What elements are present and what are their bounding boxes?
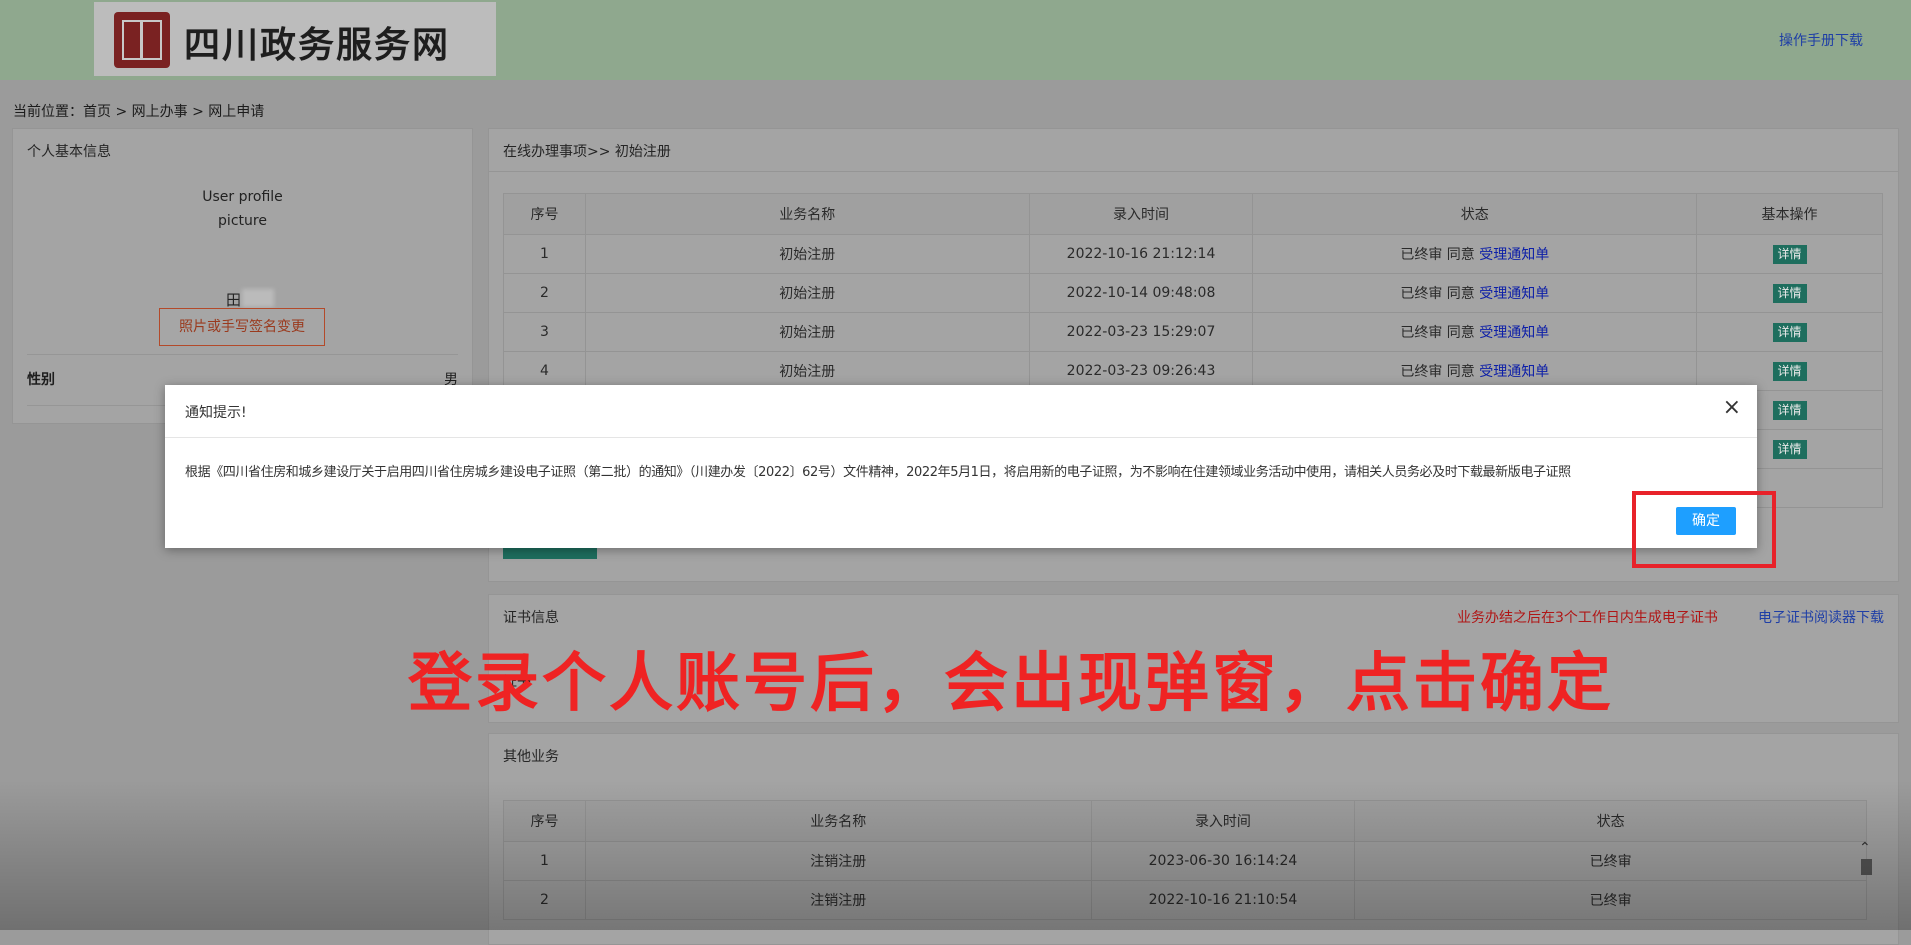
acceptance-notice-link[interactable]: 受理通知单	[1479, 325, 1549, 341]
row-action: 详情	[1696, 312, 1883, 352]
status-text: 已终审 同意	[1400, 286, 1475, 302]
gender-label: 性别	[27, 372, 55, 388]
row-no: 1	[503, 841, 586, 881]
other-services-panel: 其他业务 序号 业务名称 录入时间 状态 1 注销注册 2023-06-30 1…	[488, 733, 1899, 945]
row-name: 初始注册	[584, 312, 1030, 352]
acceptance-notice-link[interactable]: 受理通知单	[1479, 247, 1549, 263]
status-text: 已终审 同意	[1400, 325, 1475, 341]
row-no: 3	[503, 312, 586, 352]
row-name: 初始注册	[584, 273, 1030, 313]
tutorial-caption: 登录个人账号后，会出现弹窗，点击确定	[408, 647, 1614, 721]
detail-button[interactable]: 详情	[1772, 244, 1807, 264]
row-status: 已终审 同意 受理通知单	[1252, 273, 1698, 313]
col-header-action: 基本操作	[1696, 193, 1883, 235]
table-row: 2 注销注册 2022-10-16 21:10:54 已终审	[503, 880, 1867, 920]
detail-button[interactable]: 详情	[1772, 283, 1807, 303]
row-name: 注销注册	[584, 880, 1092, 920]
close-icon[interactable]: ×	[1723, 396, 1741, 420]
user-name: 田	[226, 291, 242, 309]
row-time: 2023-06-30 16:14:24	[1090, 841, 1356, 881]
detail-button[interactable]: 详情	[1772, 361, 1807, 381]
row-status: 已终审	[1354, 880, 1867, 920]
acceptance-notice-link[interactable]: 受理通知单	[1479, 364, 1549, 380]
detail-button[interactable]: 详情	[1772, 322, 1807, 342]
table-header-row: 序号 业务名称 录入时间 状态	[503, 800, 1867, 842]
row-name: 初始注册	[584, 234, 1030, 274]
table-row: 3 初始注册 2022-03-23 15:29:07 已终审 同意 受理通知单 …	[503, 312, 1883, 352]
table-row: 2 初始注册 2022-10-14 09:48:08 已终审 同意 受理通知单 …	[503, 273, 1883, 313]
table-row: 1 初始注册 2022-10-16 21:12:14 已终审 同意 受理通知单 …	[503, 234, 1883, 274]
col-header-no: 序号	[503, 193, 586, 235]
logo-text: 四川政务服务网	[184, 24, 451, 66]
detail-button[interactable]: 详情	[1772, 439, 1807, 459]
profile-panel: 个人基本信息 User profile picture 田 照片或手写签名变更 …	[12, 128, 473, 424]
modal-message: 根据《四川省住房和城乡建设厅关于启用四川省住房城乡建设电子证照（第二批）的通知》…	[185, 465, 1571, 480]
modal-divider	[165, 437, 1757, 438]
col-header-time: 录入时间	[1090, 800, 1356, 842]
online-services-title: 在线办理事项>> 初始注册	[503, 144, 671, 160]
certificate-reader-download-link[interactable]: 电子证书阅读器下载	[1758, 607, 1884, 627]
row-status: 已终审 同意 受理通知单	[1252, 234, 1698, 274]
panel-divider	[489, 171, 1898, 172]
certificate-panel-title: 证书信息	[503, 610, 559, 626]
col-header-no: 序号	[503, 800, 586, 842]
manual-download-link[interactable]: 操作手册下载	[1779, 30, 1863, 50]
row-time: 2022-10-16 21:10:54	[1090, 880, 1356, 920]
profile-picture-alt-line2: picture	[218, 213, 267, 229]
row-action: 详情	[1696, 234, 1883, 274]
profile-picture-alt-line1: User profile	[202, 189, 283, 205]
table-row: 1 注销注册 2023-06-30 16:14:24 已终审	[503, 841, 1867, 881]
col-header-status: 状态	[1252, 193, 1698, 235]
certificate-generation-note: 业务办结之后在3个工作日内生成电子证书	[1457, 610, 1718, 626]
seal-icon	[114, 12, 170, 68]
notice-modal: 通知提示! × 根据《四川省住房和城乡建设厅关于启用四川省住房城乡建设电子证照（…	[165, 385, 1757, 548]
site-logo[interactable]: 四川政务服务网	[94, 2, 496, 76]
table-header-row: 序号 业务名称 录入时间 状态 基本操作	[503, 193, 1883, 235]
row-no: 2	[503, 880, 586, 920]
status-text: 已终审 同意	[1400, 247, 1475, 263]
profile-panel-title: 个人基本信息	[27, 144, 111, 160]
confirm-highlight-box	[1632, 491, 1776, 568]
row-time: 2022-03-23 15:29:07	[1028, 312, 1254, 352]
row-no: 1	[503, 234, 586, 274]
col-header-name: 业务名称	[584, 193, 1030, 235]
user-name-redacted	[242, 289, 274, 307]
page-scrollbar[interactable]: ⌃	[1856, 840, 1876, 930]
row-name: 注销注册	[584, 841, 1092, 881]
scrollbar-thumb[interactable]	[1861, 859, 1872, 875]
row-status: 已终审 同意 受理通知单	[1252, 312, 1698, 352]
profile-picture: User profile picture	[13, 185, 472, 233]
row-time: 2022-10-14 09:48:08	[1028, 273, 1254, 313]
change-photo-signature-button[interactable]: 照片或手写签名变更	[159, 308, 325, 346]
other-services-table: 序号 业务名称 录入时间 状态 1 注销注册 2023-06-30 16:14:…	[503, 800, 1867, 920]
row-action: 详情	[1696, 273, 1883, 313]
row-time: 2022-10-16 21:12:14	[1028, 234, 1254, 274]
row-status: 已终审	[1354, 841, 1867, 881]
col-header-time: 录入时间	[1028, 193, 1254, 235]
col-header-name: 业务名称	[584, 800, 1092, 842]
status-text: 已终审 同意	[1400, 364, 1475, 380]
detail-button[interactable]: 详情	[1772, 400, 1807, 420]
col-header-status: 状态	[1354, 800, 1867, 842]
row-no: 2	[503, 273, 586, 313]
breadcrumb: 当前位置：首页 > 网上办事 > 网上申请	[13, 104, 265, 120]
modal-title: 通知提示!	[185, 405, 247, 421]
site-header: 四川政务服务网 操作手册下载	[0, 0, 1911, 80]
chevron-up-icon[interactable]: ⌃	[1859, 840, 1871, 856]
acceptance-notice-link[interactable]: 受理通知单	[1479, 286, 1549, 302]
other-services-title: 其他业务	[503, 749, 559, 765]
